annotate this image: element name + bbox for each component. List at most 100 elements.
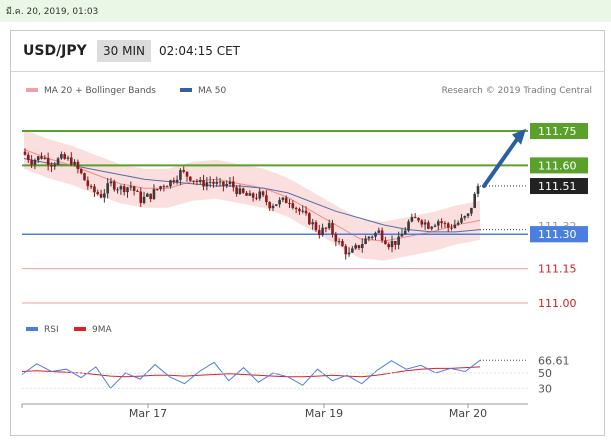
candle-body — [351, 248, 354, 253]
candle-body — [109, 181, 113, 184]
candle-body — [50, 164, 53, 167]
candle-body — [40, 156, 43, 159]
candle-body — [251, 193, 255, 198]
candle-body — [341, 241, 344, 247]
candle-body — [337, 241, 341, 243]
candle-body — [139, 191, 143, 203]
candle-body — [377, 230, 381, 233]
candle-body — [132, 186, 136, 191]
9ma-legend-label: 9MA — [92, 325, 112, 335]
candle-body — [149, 193, 152, 200]
candle-body — [53, 164, 57, 167]
candle-body — [189, 176, 192, 181]
candle-body — [301, 210, 305, 212]
candle-body — [208, 181, 212, 183]
candle-body — [440, 221, 443, 224]
candle-body — [175, 179, 179, 182]
candle-body — [185, 171, 189, 177]
candle-body — [463, 216, 467, 218]
research-credit: Research © 2019 Trading Central — [442, 86, 592, 96]
candle-body — [30, 160, 33, 165]
candle-body — [66, 157, 70, 159]
candle-body — [443, 223, 447, 225]
candle-body — [437, 221, 440, 226]
candle-body — [466, 213, 470, 217]
rsi-tick-label: 30 — [538, 382, 552, 395]
candle-body — [73, 161, 76, 165]
candlestick-area: 111.75111.60111.51111.30111.15111.00111.… — [22, 123, 588, 310]
candle-body — [159, 186, 162, 190]
candle-body — [255, 197, 258, 199]
ma50-legend-swatch — [180, 88, 192, 92]
candle-body — [374, 232, 377, 237]
candle-body — [427, 222, 430, 229]
candle-body — [119, 186, 123, 190]
9ma-legend-swatch — [74, 327, 86, 331]
candle-body — [476, 186, 480, 194]
x-tick-label: Mar 20 — [449, 407, 487, 420]
candle-body — [192, 180, 195, 182]
candle-body — [331, 223, 334, 235]
candle-body — [46, 157, 50, 165]
candle-body — [245, 192, 248, 196]
candle-body — [403, 230, 407, 235]
candle-body — [420, 220, 424, 225]
candle-body — [433, 225, 437, 227]
candle-body — [294, 207, 298, 209]
candle-body — [93, 186, 96, 193]
candle-body — [162, 186, 166, 188]
candle-body — [450, 227, 453, 229]
level-label-111.15: 111.15 — [538, 263, 577, 276]
candle-body — [327, 223, 331, 229]
ma20-legend-label: MA 20 + Bollinger Bands — [44, 86, 156, 96]
candle-body — [347, 252, 351, 255]
candle-body — [456, 222, 460, 225]
candle-body — [314, 222, 318, 231]
candle-body — [370, 236, 374, 238]
candle-body — [258, 191, 262, 199]
candle-body — [182, 170, 186, 172]
candle-body — [380, 230, 384, 241]
ma50-legend-label: MA 50 — [198, 86, 227, 96]
candle-body — [357, 245, 361, 249]
ma20-legend-swatch — [26, 88, 38, 92]
candle-body — [407, 221, 410, 231]
candle-body — [86, 180, 90, 187]
candle-body — [96, 192, 100, 195]
candle-body — [364, 238, 367, 245]
price-chart: MA 20 + Bollinger Bands MA 50 Research ©… — [21, 86, 592, 420]
candle-body — [43, 157, 47, 159]
candle-body — [334, 234, 338, 242]
candle-body — [274, 204, 278, 206]
candle-body — [202, 180, 205, 187]
candle-body — [165, 186, 169, 188]
candle-body — [460, 217, 463, 223]
level-label-111.60: 111.60 — [538, 159, 577, 172]
rsi-legend-label: RSI — [44, 325, 59, 335]
candle-body — [400, 234, 404, 237]
candle-body — [281, 197, 285, 200]
candle-body — [473, 193, 476, 208]
candle-body — [103, 193, 106, 198]
candle-body — [76, 161, 80, 170]
candle-body — [241, 188, 245, 193]
rsi-panel: 66.6150 30 — [21, 354, 570, 395]
candle-body — [423, 222, 427, 225]
candle-body — [122, 186, 126, 193]
candle-body — [218, 181, 222, 183]
candle-body — [387, 244, 391, 248]
rsi-tick-label: 50 — [538, 367, 552, 380]
candle-body — [215, 181, 219, 184]
candle-body — [212, 181, 215, 184]
candle-body — [446, 223, 450, 228]
candle-body — [354, 245, 357, 249]
candle-body — [410, 217, 414, 222]
candle-body — [89, 186, 93, 188]
candle-body — [99, 194, 103, 198]
candle-body — [413, 217, 417, 219]
candle-body — [453, 224, 457, 229]
pivot-label-front: 111.30 — [538, 228, 577, 241]
x-tick-label: Mar 19 — [305, 407, 343, 420]
candle-body — [172, 180, 176, 182]
candle-body — [27, 154, 30, 161]
